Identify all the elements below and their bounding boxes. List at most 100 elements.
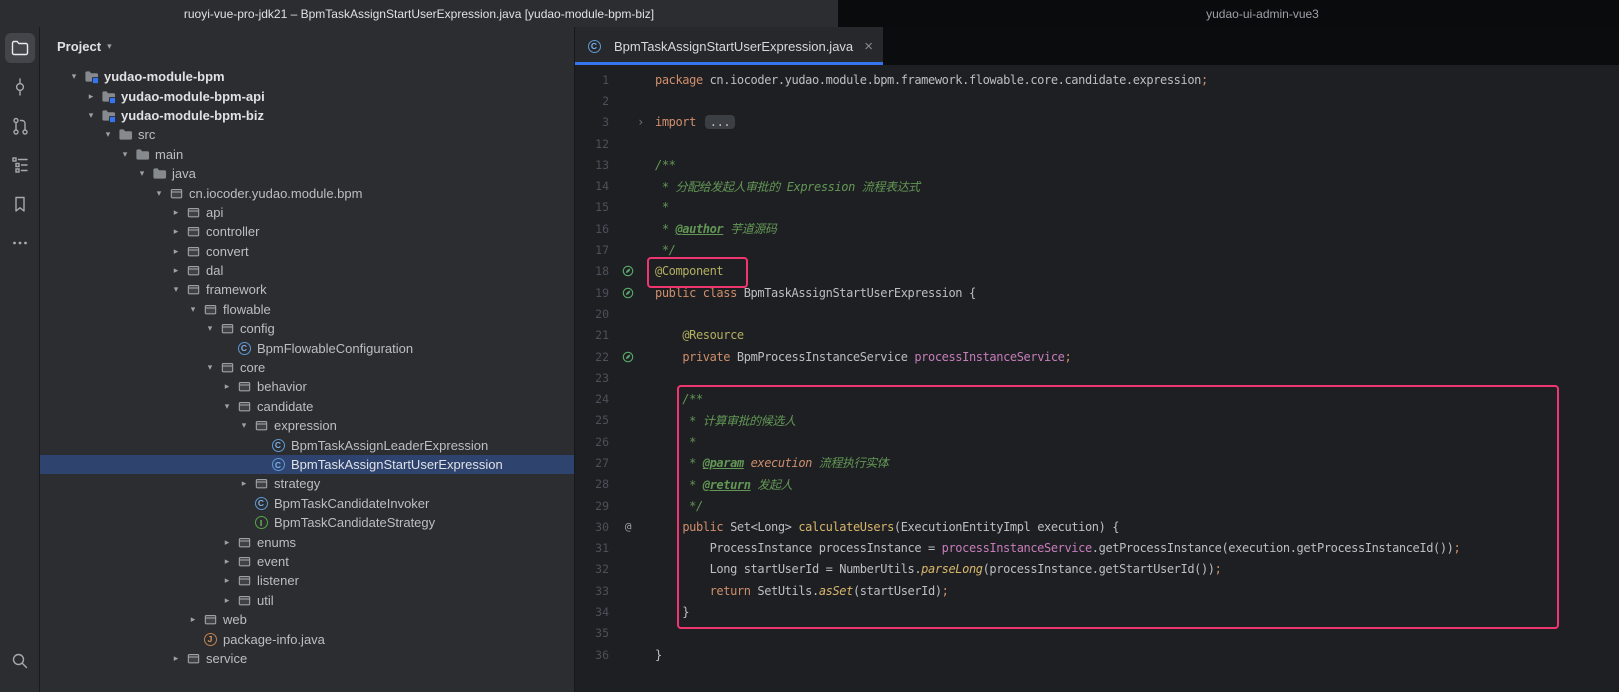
chevron-right-icon[interactable]: ▸ — [168, 653, 184, 664]
code-text[interactable]: * — [647, 200, 669, 214]
tree-item-web[interactable]: ▸web — [40, 610, 574, 629]
tree-item-util[interactable]: ▸util — [40, 591, 574, 610]
chevron-down-icon[interactable]: ▾ — [100, 129, 116, 140]
tree-item-candidate[interactable]: ▾candidate — [40, 397, 574, 416]
structure-icon[interactable] — [5, 150, 35, 180]
close-icon[interactable]: × — [864, 39, 873, 54]
code-text[interactable]: * — [647, 435, 696, 449]
spring-bean-icon[interactable] — [609, 264, 647, 278]
tree-item-expression[interactable]: ▾expression — [40, 416, 574, 435]
tree-item-enums[interactable]: ▸enums — [40, 532, 574, 551]
code-text[interactable]: public Set<Long> calculateUsers(Executio… — [647, 520, 1119, 534]
code-text[interactable]: @Component — [647, 264, 723, 278]
pull-requests-icon[interactable] — [5, 111, 35, 141]
code-text[interactable]: * @author 芋道源码 — [647, 220, 777, 237]
code-text[interactable]: * 分配给发起人审批的 Expression 流程表达式 — [647, 178, 920, 195]
code-text[interactable]: /** — [647, 158, 675, 172]
project-panel-header[interactable]: Project ▾ — [40, 27, 574, 65]
chevron-down-icon[interactable]: ▾ — [117, 149, 133, 160]
code-text[interactable]: return SetUtils.asSet(startUserId); — [647, 584, 949, 598]
code-text[interactable]: */ — [647, 243, 675, 257]
fold-chevron-icon[interactable]: › — [609, 115, 647, 129]
chevron-right-icon[interactable]: ▸ — [219, 537, 235, 548]
editor-body[interactable]: 1package cn.iocoder.yudao.module.bpm.fra… — [575, 65, 1619, 692]
tree-item-bpmtaskcandidateinvoker[interactable]: CBpmTaskCandidateInvoker — [40, 494, 574, 513]
code-text[interactable]: private BpmProcessInstanceService proces… — [647, 350, 1071, 364]
code-text[interactable]: Long startUserId = NumberUtils.parseLong… — [647, 562, 1221, 576]
chevron-down-icon[interactable]: ▾ — [151, 188, 167, 199]
chevron-down-icon[interactable]: ▾ — [107, 41, 112, 52]
commit-icon[interactable] — [5, 72, 35, 102]
tree-item-dal[interactable]: ▸dal — [40, 261, 574, 280]
tree-item-config[interactable]: ▾config — [40, 319, 574, 338]
search-icon[interactable] — [5, 646, 35, 676]
tree-item-behavior[interactable]: ▸behavior — [40, 377, 574, 396]
tree-item-yudao-module-bpm[interactable]: ▾yudao-module-bpm — [40, 67, 574, 86]
background-window-title[interactable]: yudao-ui-admin-vue3 — [838, 0, 1619, 27]
chevron-down-icon[interactable]: ▾ — [66, 71, 82, 82]
tree-item-main[interactable]: ▾main — [40, 145, 574, 164]
tree-item-service[interactable]: ▸service — [40, 649, 574, 668]
code-text[interactable]: */ — [647, 499, 703, 513]
chevron-right-icon[interactable]: ▸ — [168, 226, 184, 237]
more-tool-windows-icon[interactable] — [5, 228, 35, 258]
tree-item-label: event — [257, 554, 289, 569]
tree-item-strategy[interactable]: ▸strategy — [40, 474, 574, 493]
tree-item-package-info-java[interactable]: Jpackage-info.java — [40, 629, 574, 648]
chevron-down-icon[interactable]: ▾ — [134, 168, 150, 179]
tree-item-bpmtaskassignleaderexpression[interactable]: CBpmTaskAssignLeaderExpression — [40, 435, 574, 454]
code-text[interactable]: package cn.iocoder.yudao.module.bpm.fram… — [647, 73, 1208, 87]
chevron-right-icon[interactable]: ▸ — [168, 265, 184, 276]
chevron-right-icon[interactable]: ▸ — [168, 207, 184, 218]
chevron-right-icon[interactable]: ▸ — [219, 575, 235, 586]
code-text[interactable]: /** — [647, 392, 703, 406]
spring-bean-icon[interactable] — [609, 286, 647, 300]
line-number: 2 — [575, 94, 609, 108]
tree-item-listener[interactable]: ▸listener — [40, 571, 574, 590]
tree-item-api[interactable]: ▸api — [40, 203, 574, 222]
code-text[interactable]: @Resource — [647, 328, 744, 342]
chevron-down-icon[interactable]: ▾ — [219, 401, 235, 412]
bookmarks-icon[interactable] — [5, 189, 35, 219]
annotation-gutter-icon[interactable]: @ — [609, 520, 647, 533]
chevron-right-icon[interactable]: ▸ — [168, 246, 184, 257]
chevron-right-icon[interactable]: ▸ — [185, 614, 201, 625]
tree-item-bpmflowableconfiguration[interactable]: CBpmFlowableConfiguration — [40, 338, 574, 357]
tree-item-flowable[interactable]: ▾flowable — [40, 300, 574, 319]
chevron-down-icon[interactable]: ▾ — [185, 304, 201, 315]
spring-bean-icon[interactable] — [609, 350, 647, 364]
tree-item-controller[interactable]: ▸controller — [40, 222, 574, 241]
code-text[interactable]: } — [647, 605, 689, 619]
tree-item-framework[interactable]: ▾framework — [40, 280, 574, 299]
tree-item-bpmtaskassignstartuserexpression[interactable]: CBpmTaskAssignStartUserExpression — [40, 455, 574, 474]
tree-item-core[interactable]: ▾core — [40, 358, 574, 377]
tree-item-yudao-module-bpm-biz[interactable]: ▾yudao-module-bpm-biz — [40, 106, 574, 125]
chevron-right-icon[interactable]: ▸ — [219, 595, 235, 606]
code-text[interactable]: ProcessInstance processInstance = proces… — [647, 541, 1460, 555]
project-tool-icon[interactable] — [5, 33, 35, 63]
code-text[interactable]: } — [647, 648, 662, 662]
tree-item-bpmtaskcandidatestrategy[interactable]: IBpmTaskCandidateStrategy — [40, 513, 574, 532]
chevron-right-icon[interactable]: ▸ — [219, 556, 235, 567]
chevron-right-icon[interactable]: ▸ — [83, 91, 99, 102]
code-text[interactable]: import ... — [647, 115, 735, 129]
tree-item-java[interactable]: ▾java — [40, 164, 574, 183]
chevron-down-icon[interactable]: ▾ — [168, 284, 184, 295]
tree-item-src[interactable]: ▾src — [40, 125, 574, 144]
tab-bpmtaskassignstartuserexpression[interactable]: C BpmTaskAssignStartUserExpression.java … — [575, 27, 883, 65]
folded-imports-chip[interactable]: ... — [705, 115, 735, 129]
chevron-down-icon[interactable]: ▾ — [202, 362, 218, 373]
chevron-right-icon[interactable]: ▸ — [219, 381, 235, 392]
chevron-down-icon[interactable]: ▾ — [202, 323, 218, 334]
code-text[interactable]: public class BpmTaskAssignStartUserExpre… — [647, 286, 976, 300]
tree-item-yudao-module-bpm-api[interactable]: ▸yudao-module-bpm-api — [40, 86, 574, 105]
code-text[interactable]: * @param execution 流程执行实体 — [647, 454, 888, 471]
code-text[interactable]: * 计算审批的候选人 — [647, 412, 796, 429]
chevron-right-icon[interactable]: ▸ — [236, 478, 252, 489]
tree-item-convert[interactable]: ▸convert — [40, 242, 574, 261]
chevron-down-icon[interactable]: ▾ — [236, 420, 252, 431]
tree-item-event[interactable]: ▸ event — [40, 552, 574, 571]
code-text[interactable]: * @return 发起人 — [647, 476, 792, 493]
chevron-down-icon[interactable]: ▾ — [83, 110, 99, 121]
tree-item-cn-iocoder-yudao-module-bpm[interactable]: ▾cn.iocoder.yudao.module.bpm — [40, 183, 574, 202]
